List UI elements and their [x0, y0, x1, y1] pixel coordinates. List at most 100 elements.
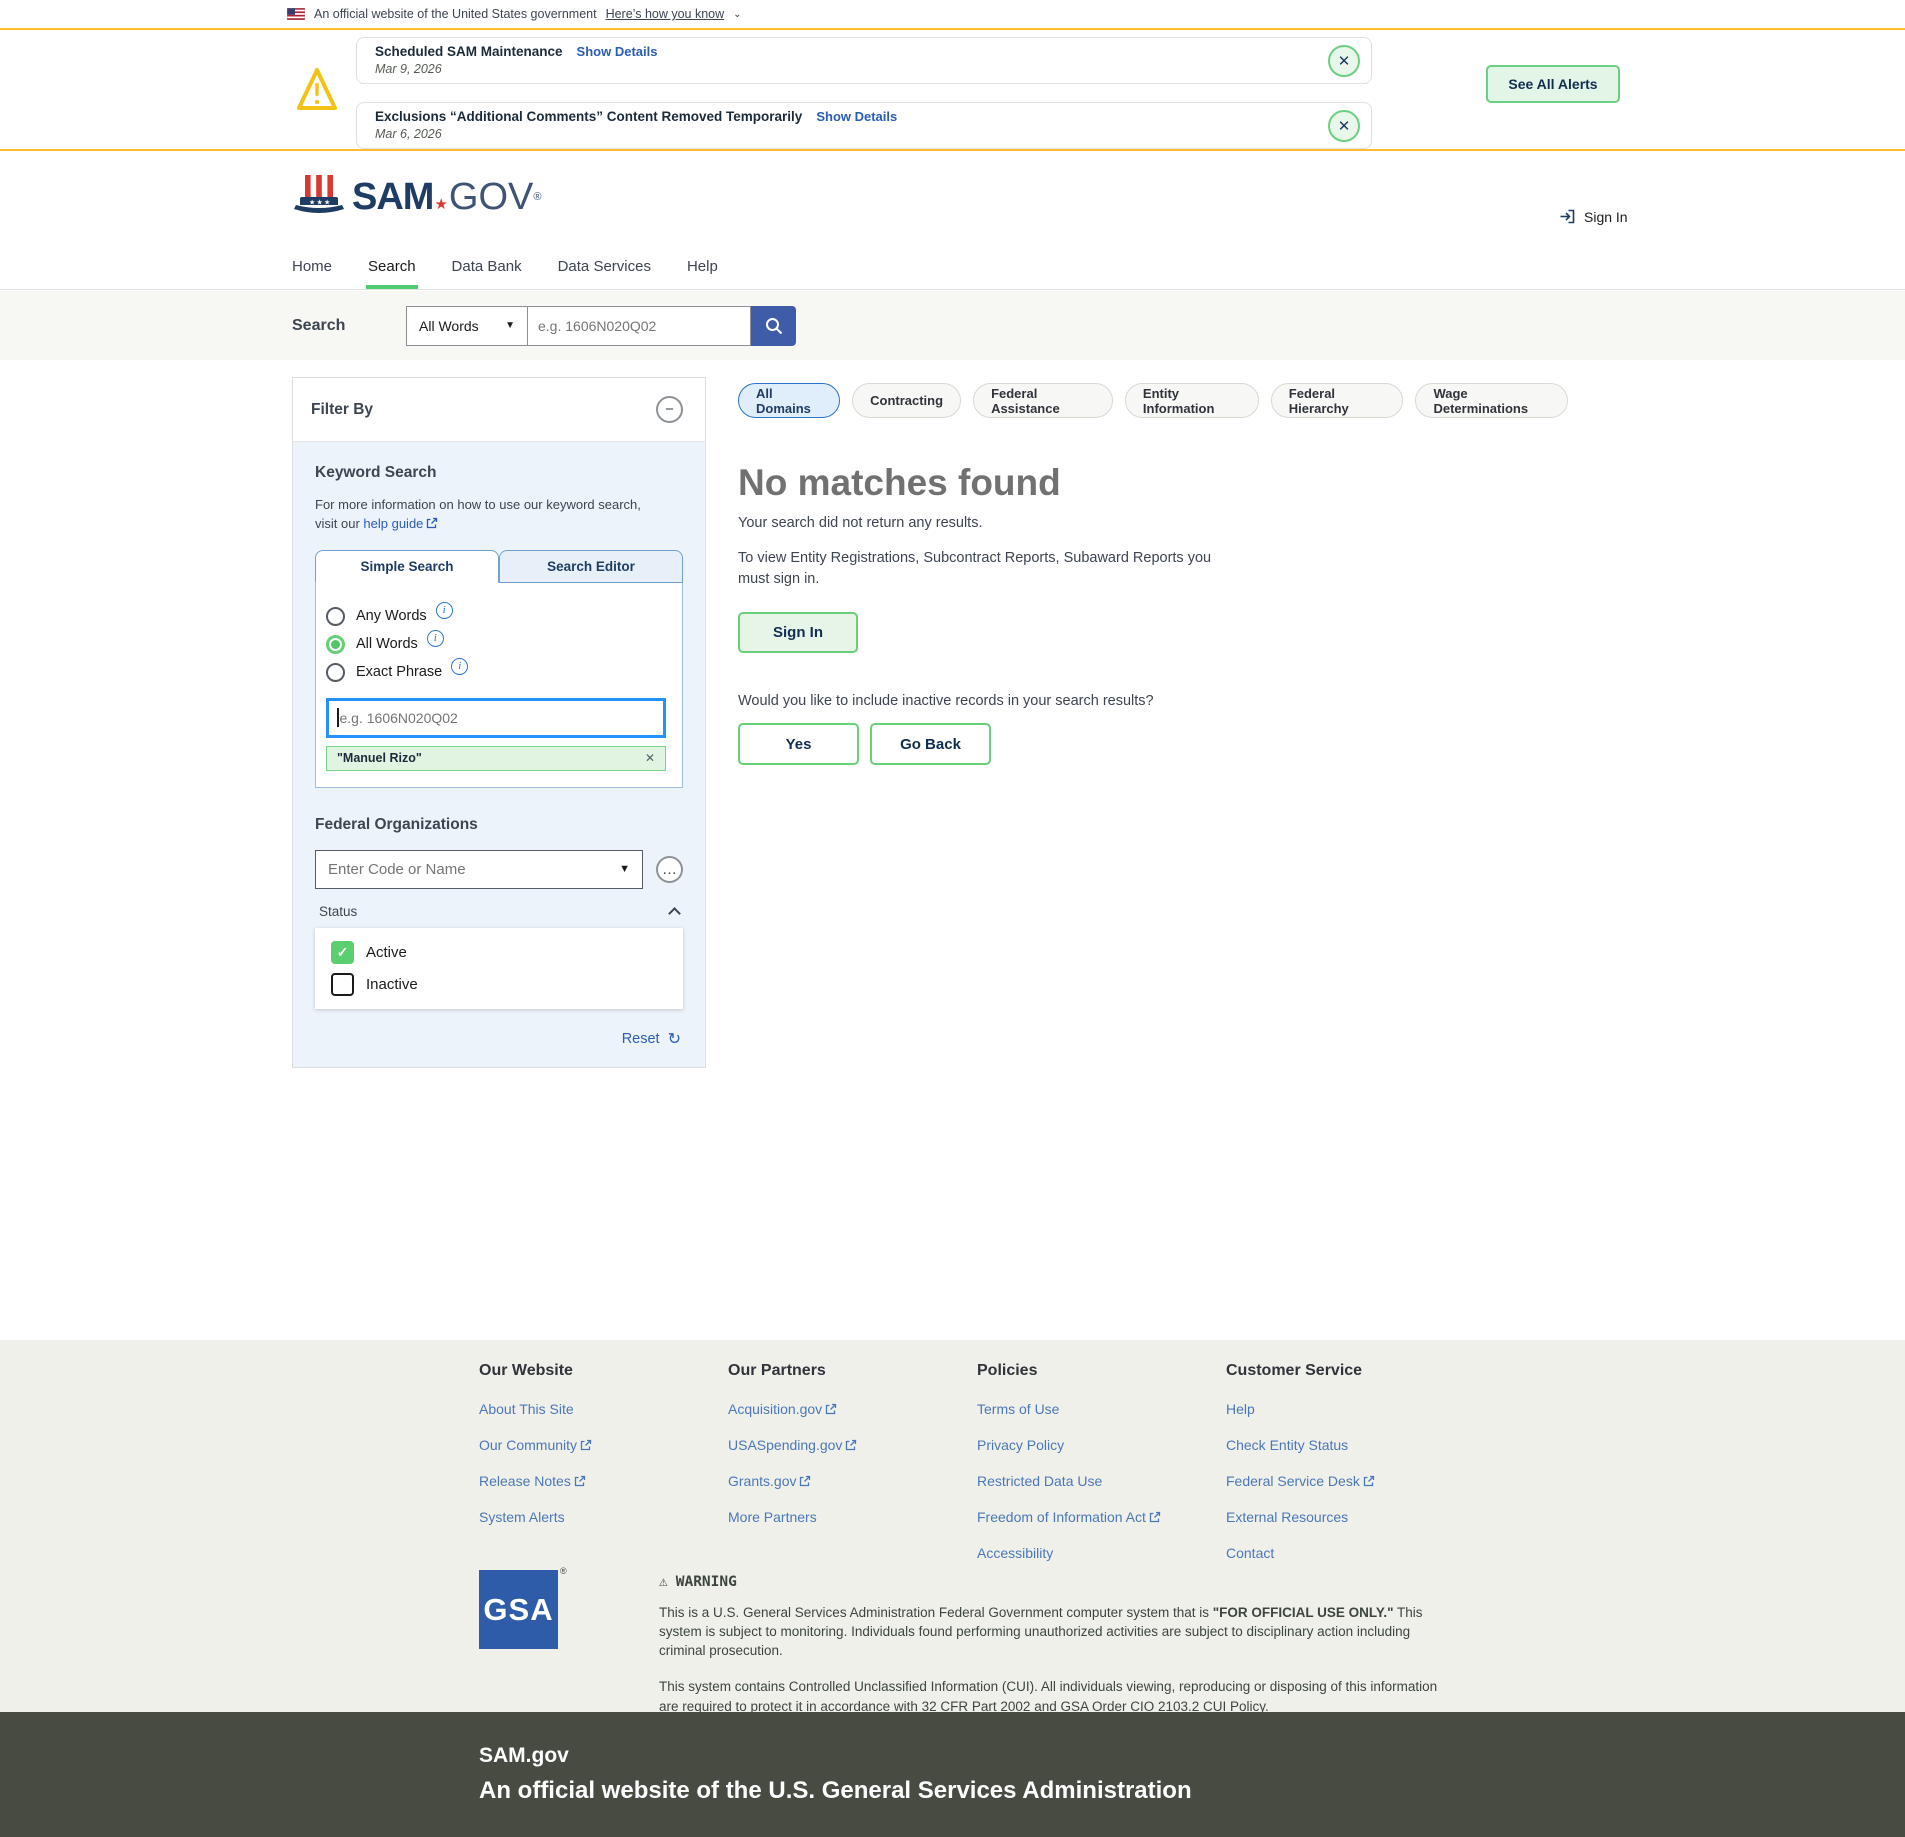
footer-link-federal-service-desk[interactable]: Federal Service Desk	[1226, 1473, 1475, 1489]
nav-item-help[interactable]: Help	[685, 248, 720, 289]
identity-site-name: SAM.gov	[479, 1744, 569, 1767]
info-icon[interactable]: i	[426, 629, 444, 647]
identity-footer: SAM.gov An official website of the U.S. …	[0, 1712, 1905, 1837]
search-submit-button[interactable]	[751, 305, 796, 346]
reset-icon: ↻	[667, 1030, 681, 1048]
sign-in-button[interactable]: Sign In	[738, 612, 858, 654]
exact-phrase-radio[interactable]	[326, 662, 345, 682]
svg-text:★: ★	[309, 199, 315, 207]
org-combobox[interactable]: Enter Code or Name ▼	[315, 849, 643, 889]
nav-item-home[interactable]: Home	[290, 248, 334, 289]
warning-paragraph-1: This is a U.S. General Services Administ…	[659, 1603, 1451, 1660]
search-input[interactable]: e.g. 1606N020Q02	[527, 305, 751, 346]
identity-subtitle: An official website of the U.S. General …	[479, 1777, 1192, 1804]
see-all-alerts-button[interactable]: See All Alerts	[1486, 65, 1620, 103]
sign-in-link[interactable]: Sign In	[1559, 208, 1628, 225]
footer-link-privacy-policy[interactable]: Privacy Policy	[977, 1437, 1226, 1453]
nav-item-search[interactable]: Search	[366, 248, 418, 289]
info-icon[interactable]: i	[451, 657, 469, 675]
main-content: Filter By − Keyword Search For more info…	[0, 360, 1905, 1340]
status-card: ✓ Active Inactive	[315, 927, 683, 1009]
alert-show-details-link[interactable]: Show Details	[577, 44, 658, 59]
footer-link-usaspending-gov[interactable]: USASpending.gov	[728, 1437, 977, 1453]
inactive-checkbox[interactable]	[331, 972, 354, 996]
keyword-input[interactable]: e.g. 1606N020Q02	[326, 697, 666, 738]
close-icon[interactable]: ✕	[1328, 109, 1360, 142]
yes-button[interactable]: Yes	[738, 723, 859, 766]
status-section-toggle[interactable]: Status	[315, 904, 683, 920]
footer-link-help[interactable]: Help	[1226, 1401, 1475, 1417]
footer-heading: Customer Service	[1226, 1362, 1363, 1379]
footer-link-terms-of-use[interactable]: Terms of Use	[977, 1401, 1226, 1417]
filter-panel-body: Keyword Search For more information on h…	[293, 442, 705, 1067]
footer-link-foia[interactable]: Freedom of Information Act	[977, 1509, 1226, 1525]
domain-pill-federal-hierarchy[interactable]: Federal Hierarchy	[1270, 383, 1404, 418]
footer-link-restricted-data-use[interactable]: Restricted Data Use	[977, 1473, 1226, 1489]
help-guide-label: help guide	[363, 515, 424, 531]
banner-how-link[interactable]: Here’s how you know	[606, 7, 725, 21]
domain-pill-wage-determinations[interactable]: Wage Determinations	[1415, 383, 1568, 418]
any-words-radio[interactable]	[326, 606, 345, 626]
reset-filters-link[interactable]: Reset ↻	[315, 1029, 683, 1049]
footer-link-check-entity-status[interactable]: Check Entity Status	[1226, 1437, 1475, 1453]
radio-row-exact-phrase: Exact Phrase i	[326, 657, 666, 682]
all-words-radio[interactable]	[326, 634, 345, 654]
filter-panel-header: Filter By −	[293, 378, 705, 442]
footer-link-release-notes[interactable]: Release Notes	[479, 1473, 728, 1489]
footer-link-contact[interactable]: Contact	[1226, 1545, 1475, 1561]
external-link-icon	[826, 1403, 837, 1415]
chip-remove-icon[interactable]: ✕	[645, 751, 655, 765]
alert-date: Mar 9, 2026	[375, 62, 442, 76]
domain-pill-contracting[interactable]: Contracting	[852, 383, 962, 418]
collapse-filters-icon[interactable]: −	[656, 396, 683, 423]
svg-text:★: ★	[324, 199, 330, 207]
nav-item-data-services[interactable]: Data Services	[556, 248, 653, 289]
logo-star-icon: ★	[434, 196, 448, 213]
keyword-chip-label: "Manuel Rizo"	[337, 751, 422, 766]
go-back-button[interactable]: Go Back	[870, 723, 991, 766]
tab-search-editor[interactable]: Search Editor	[499, 549, 683, 583]
simple-search-box: Any Words i All Words i Exact Phrase i e…	[315, 582, 683, 788]
domain-pill-federal-assistance[interactable]: Federal Assistance	[973, 383, 1113, 418]
alert-card: Scheduled SAM Maintenance Show Details M…	[356, 37, 1372, 84]
footer-link-our-community[interactable]: Our Community	[479, 1437, 728, 1453]
chevron-down-icon: ⌄	[733, 8, 742, 20]
federal-organizations-row: Enter Code or Name ▼ …	[315, 849, 683, 889]
logo-sam-text: SAM	[352, 175, 434, 218]
active-checkbox[interactable]: ✓	[331, 940, 354, 964]
magnifier-icon	[765, 317, 782, 334]
alert-show-details-link[interactable]: Show Details	[816, 109, 897, 124]
footer-link-accessibility[interactable]: Accessibility	[977, 1545, 1226, 1561]
footer-link-system-alerts[interactable]: System Alerts	[479, 1509, 728, 1525]
caret-down-icon: ▼	[619, 863, 630, 876]
info-icon[interactable]: i	[435, 601, 453, 619]
org-more-options-icon[interactable]: …	[656, 855, 683, 883]
filter-panel: Filter By − Keyword Search For more info…	[292, 377, 706, 1068]
domain-pill-entity-information[interactable]: Entity Information	[1124, 383, 1259, 418]
footer-col-our-website: Our Website About This Site Our Communit…	[479, 1362, 728, 1581]
external-link-icon	[1363, 1475, 1374, 1487]
warning-text-bold: "FOR OFFICIAL USE ONLY."	[1212, 1605, 1394, 1620]
tab-simple-search[interactable]: Simple Search	[315, 549, 499, 583]
domain-pill-all-domains[interactable]: All Domains	[738, 383, 841, 418]
sign-in-note: To view Entity Registrations, Subcontrac…	[738, 550, 1212, 588]
chevron-up-icon	[668, 906, 681, 920]
close-icon[interactable]: ✕	[1328, 44, 1360, 77]
exact-phrase-label: Exact Phrase	[356, 664, 443, 681]
search-mode-select[interactable]: All Words ▼	[406, 305, 527, 346]
footer-link-about-this-site[interactable]: About This Site	[479, 1401, 728, 1417]
external-link-icon	[800, 1475, 811, 1487]
search-mode-value: All Words	[419, 317, 479, 334]
sam-gov-logo[interactable]: ★ ★ ★ SAM ★ GOV ®	[292, 173, 541, 221]
help-guide-link[interactable]: help guide	[363, 516, 438, 531]
org-combobox-placeholder: Enter Code or Name	[328, 860, 466, 878]
keyword-input-placeholder: e.g. 1606N020Q02	[339, 709, 458, 726]
gsa-logo: GSA	[479, 1570, 558, 1649]
footer-link-external-resources[interactable]: External Resources	[1226, 1509, 1475, 1525]
footer-link-acquisition-gov[interactable]: Acquisition.gov	[728, 1401, 977, 1417]
nav-item-data-bank[interactable]: Data Bank	[450, 248, 524, 289]
footer-link-grants-gov[interactable]: Grants.gov	[728, 1473, 977, 1489]
domain-pills: All Domains Contracting Federal Assistan…	[738, 383, 1568, 418]
footer-link-more-partners[interactable]: More Partners	[728, 1509, 977, 1525]
federal-organizations-heading: Federal Organizations	[315, 815, 478, 833]
